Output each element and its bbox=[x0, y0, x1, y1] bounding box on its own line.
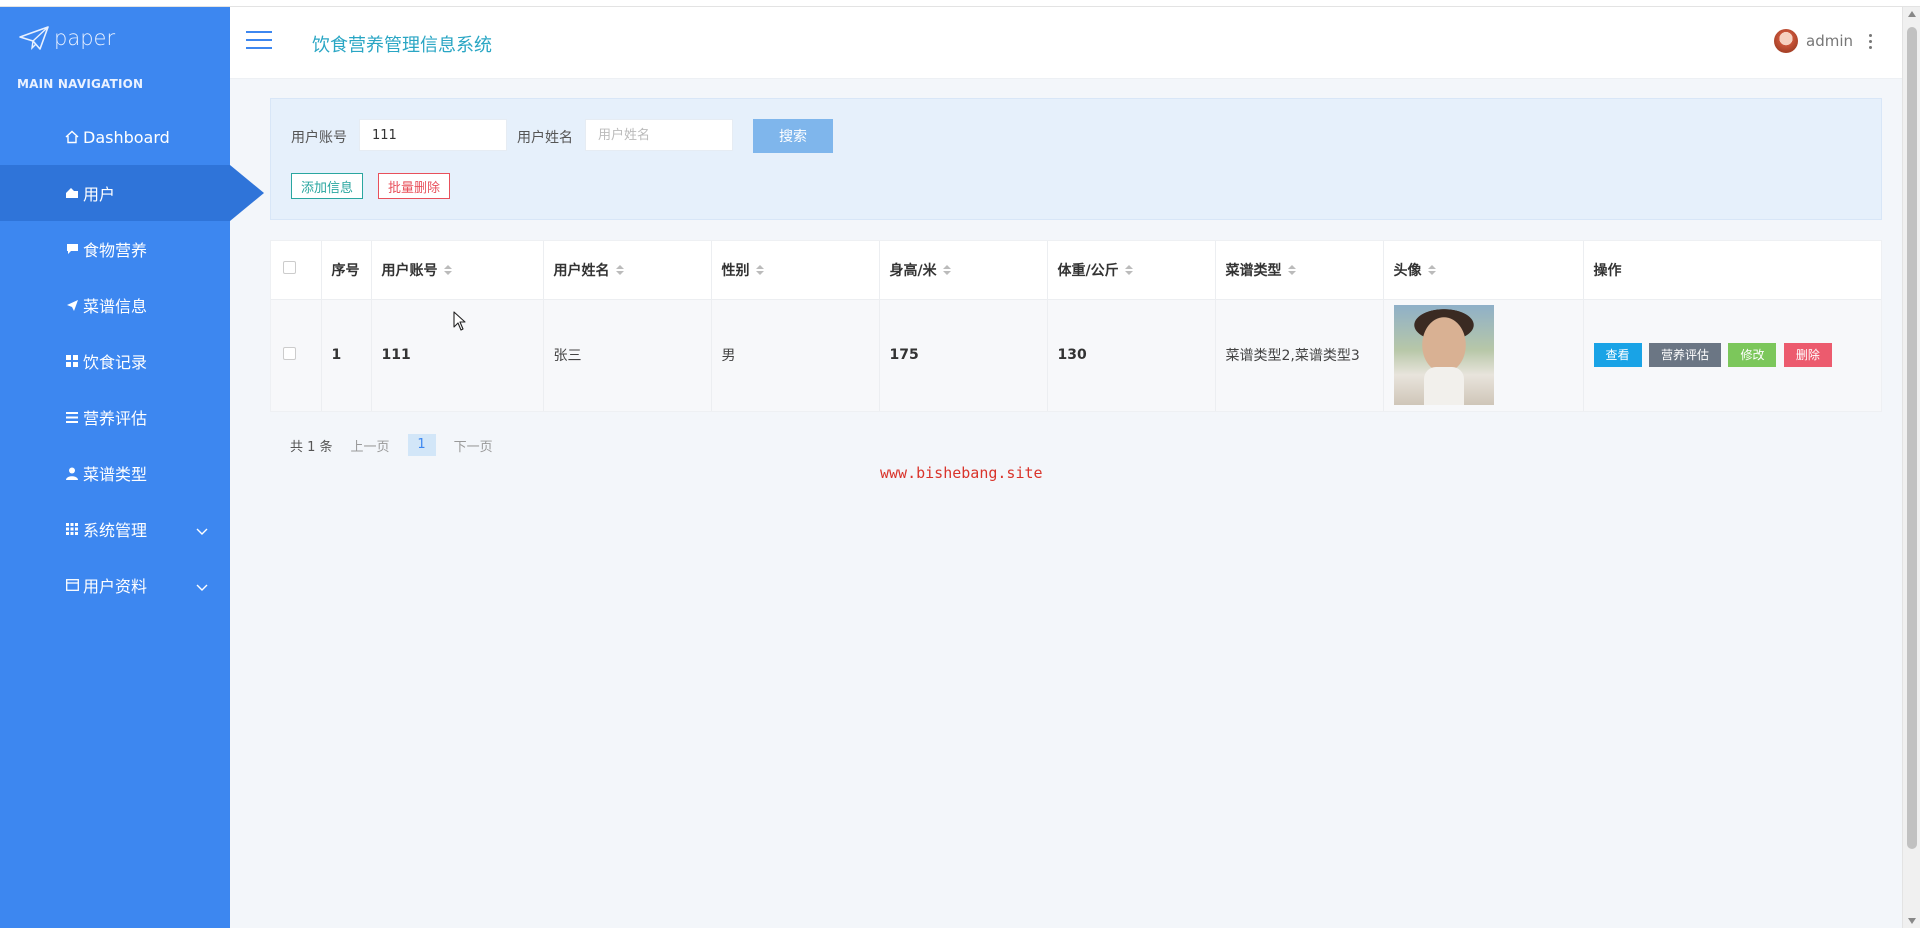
cell-avatar bbox=[1383, 298, 1584, 411]
sidebar-item-label: 用户资料 bbox=[83, 577, 148, 596]
mouse-cursor-icon bbox=[453, 311, 466, 331]
col-actions: 操作 bbox=[1593, 262, 1622, 279]
name-input[interactable] bbox=[585, 119, 733, 151]
person-icon bbox=[64, 465, 80, 481]
account-input[interactable] bbox=[359, 119, 507, 151]
sidebar-item-food-nutrition[interactable]: 食物营养 bbox=[0, 221, 230, 277]
window-top-strip bbox=[0, 0, 1920, 7]
cell-name: 张三 bbox=[543, 298, 712, 411]
comment-icon bbox=[64, 241, 80, 257]
scroll-thumb[interactable] bbox=[1907, 27, 1917, 849]
name-label: 用户姓名 bbox=[517, 130, 573, 146]
add-button[interactable]: 添加信息 bbox=[291, 173, 364, 199]
top-header: 饮食营养管理信息系统 admin bbox=[230, 7, 1902, 79]
sidebar-item-recipes[interactable]: 菜谱信息 bbox=[0, 277, 230, 333]
avatar bbox=[1774, 29, 1798, 53]
menu-toggle-icon[interactable] bbox=[246, 31, 272, 51]
next-page-button[interactable]: 下一页 bbox=[454, 436, 493, 455]
list-icon bbox=[64, 409, 80, 425]
home-icon bbox=[64, 129, 80, 145]
col-index: 序号 bbox=[321, 241, 372, 299]
user-house-icon bbox=[64, 185, 80, 201]
select-all-header bbox=[271, 241, 322, 299]
sort-icon[interactable] bbox=[443, 264, 452, 277]
nav-heading: MAIN NAVIGATION bbox=[17, 77, 144, 91]
chevron-down-icon bbox=[196, 577, 208, 596]
cell-recipe-type: 菜谱类型2,菜谱类型3 bbox=[1215, 298, 1384, 411]
users-table: 序号 用户账号 用户姓名 性别 身高/米 体重/公斤 菜谱类型 头像 操作 1 … bbox=[270, 240, 1882, 412]
nav-list: Dashboard 用户 食物营养 菜谱信息 饮食记录 营养评估 菜谱类型 系统… bbox=[0, 109, 264, 613]
row-select-cell bbox=[271, 298, 322, 411]
sidebar-item-label: 菜谱类型 bbox=[83, 465, 148, 484]
edit-button[interactable]: 修改 bbox=[1728, 343, 1777, 368]
row-checkbox[interactable] bbox=[283, 346, 296, 360]
col-gender[interactable]: 性别 bbox=[711, 241, 880, 299]
sidebar-item-label: 系统管理 bbox=[83, 521, 148, 540]
sidebar-item-label: 菜谱信息 bbox=[83, 297, 148, 316]
pagination: 共 1 条 上一页 1 下一页 bbox=[290, 434, 493, 456]
col-height[interactable]: 身高/米 bbox=[879, 241, 1048, 299]
table-header-row: 序号 用户账号 用户姓名 性别 身高/米 体重/公斤 菜谱类型 头像 操作 bbox=[271, 241, 1881, 299]
nutrition-eval-button[interactable]: 营养评估 bbox=[1648, 343, 1721, 368]
card-icon bbox=[64, 577, 80, 593]
user-photo[interactable] bbox=[1393, 305, 1494, 406]
sidebar: paper MAIN NAVIGATION Dashboard 用户 食物营养 bbox=[0, 7, 264, 928]
scroll-down-icon[interactable] bbox=[1908, 918, 1916, 924]
col-recipe-type[interactable]: 菜谱类型 bbox=[1215, 241, 1384, 299]
more-vertical-icon[interactable] bbox=[1869, 33, 1872, 49]
table-icon bbox=[64, 521, 80, 537]
logo[interactable]: paper bbox=[18, 23, 115, 53]
current-page[interactable]: 1 bbox=[407, 434, 436, 456]
sidebar-item-label: 营养评估 bbox=[83, 409, 148, 428]
app-title: 饮食营养管理信息系统 bbox=[312, 35, 492, 56]
paper-plane-logo-icon bbox=[19, 26, 49, 50]
col-weight[interactable]: 体重/公斤 bbox=[1047, 241, 1216, 299]
account-label: 用户账号 bbox=[291, 130, 347, 146]
chevron-down-icon bbox=[196, 521, 208, 540]
user-name: admin bbox=[1806, 32, 1853, 50]
sidebar-item-label: 用户 bbox=[83, 185, 116, 204]
sidebar-item-recipe-types[interactable]: 菜谱类型 bbox=[0, 445, 230, 501]
sort-icon[interactable] bbox=[755, 264, 764, 277]
cell-actions: 查看 营养评估 修改 删除 bbox=[1583, 298, 1881, 411]
cell-gender: 男 bbox=[711, 298, 880, 411]
col-name[interactable]: 用户姓名 bbox=[543, 241, 712, 299]
table-row: 1 111 张三 男 175 130 菜谱类型2,菜谱类型3 查看 营养评估 修… bbox=[271, 298, 1881, 411]
cell-weight: 130 bbox=[1047, 298, 1216, 411]
user-menu[interactable]: admin bbox=[1774, 29, 1872, 53]
sort-icon[interactable] bbox=[615, 264, 624, 277]
select-all-checkbox[interactable] bbox=[283, 261, 296, 275]
cell-height: 175 bbox=[879, 298, 1048, 411]
sidebar-item-users[interactable]: 用户 bbox=[0, 165, 264, 221]
col-avatar[interactable]: 头像 bbox=[1383, 241, 1584, 299]
page-scrollbar[interactable] bbox=[1902, 7, 1920, 928]
cell-index: 1 bbox=[321, 298, 372, 411]
search-panel: 用户账号 用户姓名 搜索 添加信息 批量删除 bbox=[270, 98, 1882, 220]
logo-text: paper bbox=[54, 26, 116, 50]
sort-icon[interactable] bbox=[942, 264, 951, 277]
sidebar-item-label: Dashboard bbox=[83, 127, 170, 147]
delete-button[interactable]: 删除 bbox=[1783, 343, 1832, 368]
sidebar-item-label: 饮食记录 bbox=[83, 353, 148, 372]
grid-icon bbox=[64, 353, 80, 369]
total-count: 共 1 条 bbox=[290, 439, 333, 455]
sort-icon[interactable] bbox=[1287, 264, 1296, 277]
paper-plane-icon bbox=[64, 297, 80, 313]
sort-icon[interactable] bbox=[1427, 264, 1436, 277]
sort-icon[interactable] bbox=[1124, 264, 1133, 277]
sidebar-item-nutrition-eval[interactable]: 营养评估 bbox=[0, 389, 230, 445]
scroll-up-icon[interactable] bbox=[1908, 11, 1916, 17]
sidebar-item-system-admin[interactable]: 系统管理 bbox=[0, 501, 230, 557]
watermark-text: www.bishebang.site bbox=[880, 464, 1043, 482]
search-button[interactable]: 搜索 bbox=[753, 119, 833, 153]
batch-delete-button[interactable]: 批量删除 bbox=[378, 173, 451, 199]
prev-page-button[interactable]: 上一页 bbox=[351, 436, 390, 455]
sidebar-item-diet-records[interactable]: 饮食记录 bbox=[0, 333, 230, 389]
sidebar-item-dashboard[interactable]: Dashboard bbox=[0, 109, 230, 165]
col-account[interactable]: 用户账号 bbox=[371, 241, 544, 299]
sidebar-item-label: 食物营养 bbox=[83, 241, 148, 260]
sidebar-item-user-profile[interactable]: 用户资料 bbox=[0, 557, 230, 613]
view-button[interactable]: 查看 bbox=[1593, 343, 1642, 368]
